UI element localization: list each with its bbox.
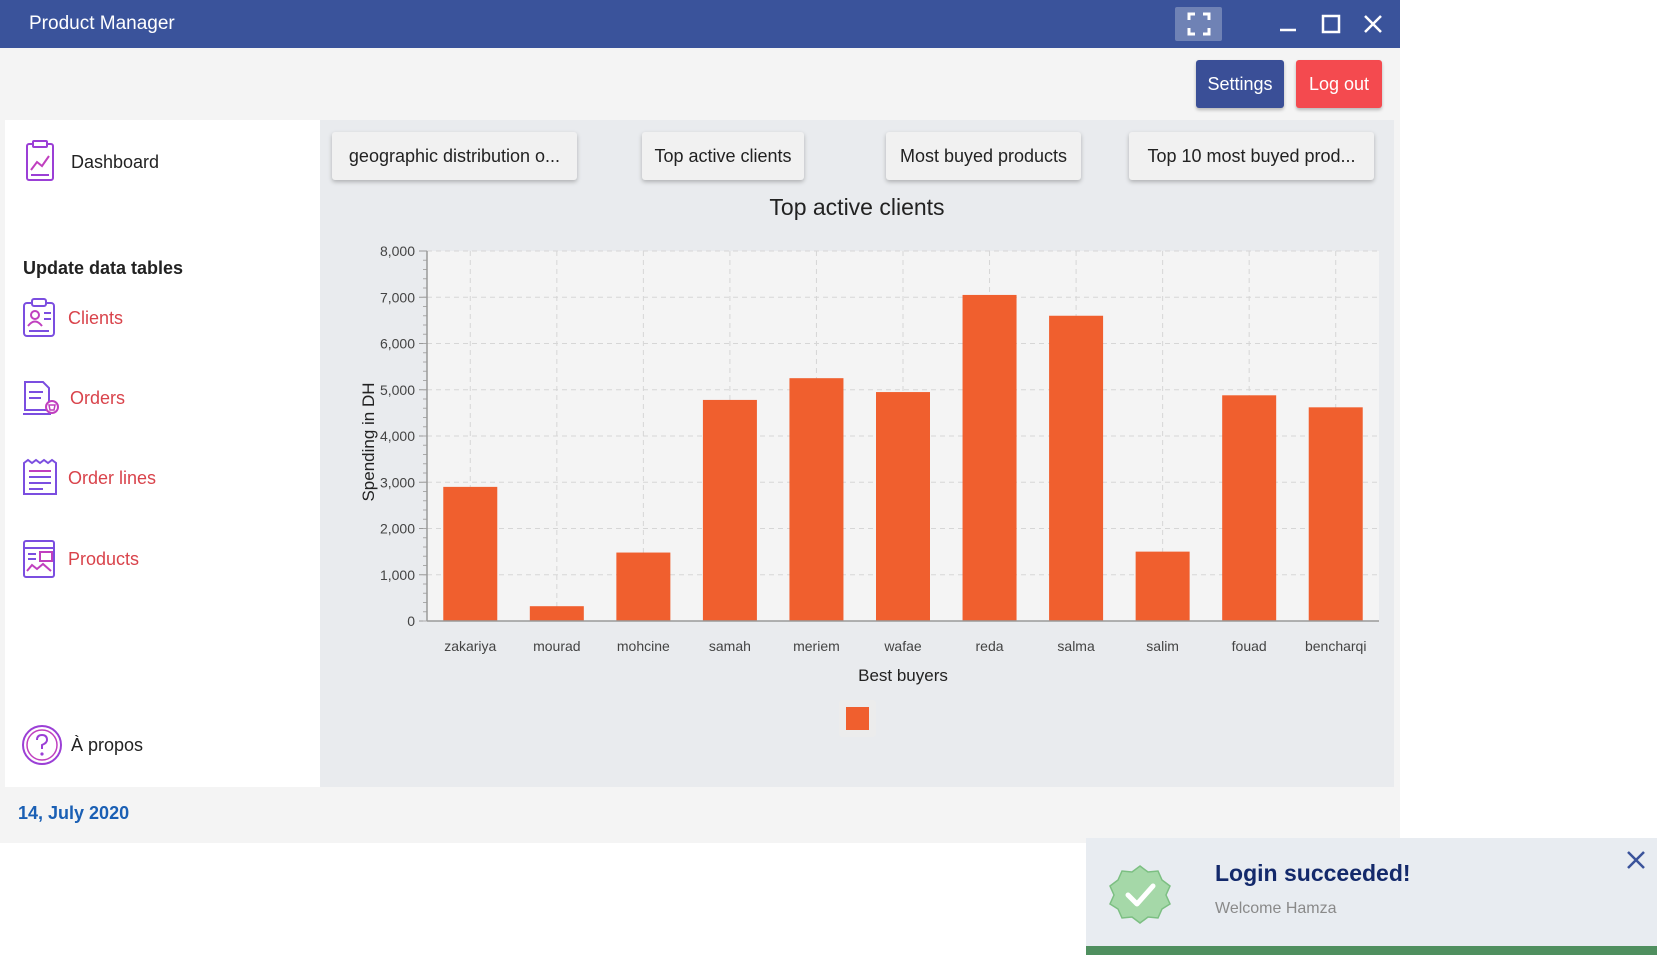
sidebar-item-label: Orders bbox=[70, 387, 126, 408]
dashboard-icon bbox=[26, 140, 54, 181]
sidebar: Dashboard Update data tables Clients Ord… bbox=[5, 120, 320, 787]
fullscreen-icon bbox=[1187, 12, 1210, 36]
app-window: Product Manager Settings Log out Dashboa… bbox=[0, 0, 1400, 843]
sidebar-item-about[interactable]: À propos bbox=[21, 724, 143, 766]
title-bar: Product Manager bbox=[0, 0, 1400, 48]
x-axis-title: Best buyers bbox=[858, 666, 948, 685]
toast-title: Login succeeded! bbox=[1215, 860, 1411, 886]
y-axis-title: Spending in DH bbox=[359, 382, 378, 501]
legend-swatch bbox=[846, 707, 869, 730]
bar-wafae bbox=[876, 392, 930, 621]
sidebar-item-products[interactable]: Products bbox=[21, 538, 139, 580]
y-tick-label: 3,000 bbox=[380, 474, 415, 490]
x-tick-label: salim bbox=[1146, 638, 1179, 654]
logout-button[interactable]: Log out bbox=[1296, 60, 1382, 108]
bar-mourad bbox=[529, 606, 584, 621]
sidebar-item-orders[interactable]: Orders bbox=[21, 378, 125, 418]
settings-button[interactable]: Settings bbox=[1196, 60, 1284, 108]
x-tick-label: mohcine bbox=[617, 638, 670, 654]
bar-salma bbox=[1049, 315, 1104, 621]
bar-reda bbox=[962, 294, 1017, 621]
x-tick-label: reda bbox=[976, 638, 1004, 654]
help-icon bbox=[22, 725, 62, 765]
y-tick-label: 0 bbox=[407, 613, 415, 629]
toast-progress-bar bbox=[1086, 946, 1657, 955]
y-tick-label: 4,000 bbox=[380, 428, 415, 444]
sidebar-item-clients[interactable]: Clients bbox=[21, 298, 123, 338]
sidebar-item-label: Products bbox=[68, 548, 140, 569]
toast-close-icon[interactable] bbox=[1624, 848, 1648, 872]
bar-salim bbox=[1135, 551, 1190, 621]
notification-toast: Login succeeded! Welcome Hamza bbox=[1086, 838, 1657, 955]
section-title: Update data tables bbox=[23, 258, 184, 278]
y-tick-label: 8,000 bbox=[380, 243, 415, 259]
x-tick-label: samah bbox=[709, 638, 751, 654]
sidebar-item-label: Order lines bbox=[68, 467, 157, 488]
sidebar-item-order-lines[interactable]: Order lines bbox=[21, 458, 156, 498]
success-check-icon bbox=[1109, 865, 1171, 924]
x-tick-label: zakariya bbox=[444, 638, 496, 654]
order-lines-icon bbox=[23, 458, 57, 495]
toast-message: Welcome Hamza bbox=[1215, 900, 1337, 917]
y-tick-label: 2,000 bbox=[380, 521, 415, 537]
y-tick-label: 5,000 bbox=[380, 382, 415, 398]
maximize-button[interactable] bbox=[1308, 0, 1353, 48]
bar-samah bbox=[702, 399, 757, 621]
sidebar-item-dashboard[interactable]: Dashboard bbox=[23, 140, 159, 184]
x-tick-label: mourad bbox=[533, 638, 580, 654]
minimize-button[interactable] bbox=[1265, 0, 1310, 48]
sidebar-item-label: À propos bbox=[71, 734, 144, 755]
fullscreen-button[interactable] bbox=[1175, 7, 1222, 41]
sidebar-item-label: Clients bbox=[68, 307, 124, 328]
clients-icon bbox=[23, 298, 55, 337]
close-window-button[interactable] bbox=[1350, 0, 1395, 48]
y-tick-label: 6,000 bbox=[380, 336, 415, 352]
window-title: Product Manager bbox=[29, 13, 175, 34]
x-tick-label: meriem bbox=[793, 638, 840, 654]
maximize-icon bbox=[1321, 14, 1340, 34]
minimize-icon bbox=[1279, 28, 1296, 32]
bar-meriem bbox=[789, 378, 844, 621]
x-tick-label: salma bbox=[1057, 638, 1095, 654]
orders-icon bbox=[23, 381, 59, 415]
y-tick-label: 1,000 bbox=[380, 567, 415, 583]
bar-fouad bbox=[1222, 395, 1277, 621]
current-date: 14, July 2020 bbox=[18, 803, 130, 823]
bar-chart: 0 1,000 2,000 3,000 4,000 5,000 6,000 7,000 8,00… bbox=[359, 194, 1379, 737]
y-tick-label: 7,000 bbox=[380, 289, 415, 305]
bar-zakariya bbox=[443, 486, 498, 621]
close-icon bbox=[1363, 15, 1382, 33]
sidebar-item-label: Dashboard bbox=[71, 151, 160, 172]
dashboard-content: geographic distribution o... Top active … bbox=[320, 120, 1394, 787]
x-tick-label: fouad bbox=[1232, 638, 1267, 654]
x-tick-label: bencharqi bbox=[1305, 638, 1367, 654]
x-tick-label: wafae bbox=[883, 638, 922, 654]
bar-mohcine bbox=[616, 552, 671, 621]
bar-bencharqi bbox=[1308, 407, 1363, 621]
products-icon bbox=[23, 540, 55, 578]
chart-title: Top active clients bbox=[769, 194, 944, 220]
